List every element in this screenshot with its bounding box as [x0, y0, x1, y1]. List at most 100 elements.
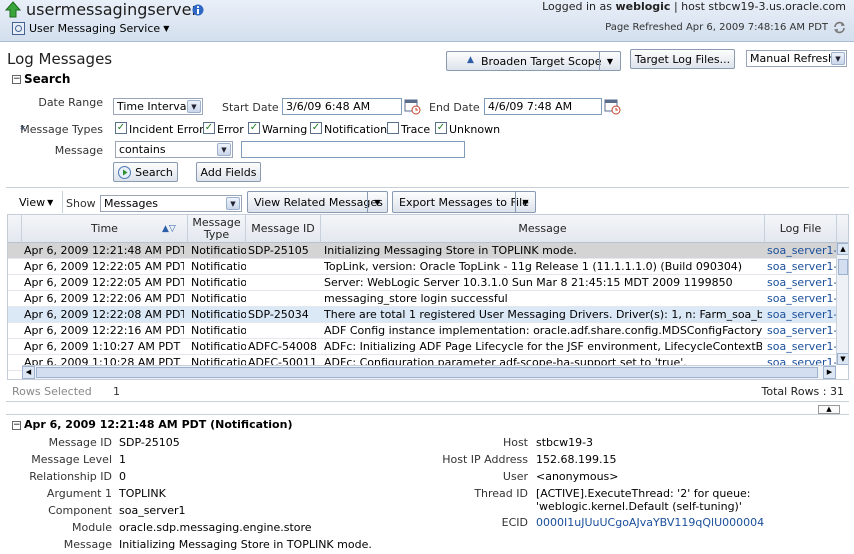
- chevron-down-icon: ▼: [515, 192, 535, 212]
- cell-time: Apr 6, 2009 12:22:16 AM PDT: [24, 324, 184, 337]
- table-row[interactable]: Apr 6, 2009 12:21:48 AM PDT NotificationS…: [8, 243, 836, 259]
- ecid-label: ECID: [501, 516, 528, 529]
- vertical-scrollbar[interactable]: ▲ ▼: [836, 243, 848, 365]
- collapse-search-icon[interactable]: −: [12, 75, 21, 84]
- start-date-input[interactable]: 3/6/09 6:48 AM: [282, 98, 402, 115]
- chevron-down-icon: ▼: [599, 52, 620, 70]
- message-types-label: Message Types: [20, 123, 103, 136]
- end-date-label: End Date: [429, 101, 480, 114]
- checkbox-label: Error: [217, 123, 244, 136]
- service-menu-label: User Messaging Service: [29, 22, 161, 35]
- cell-log-file[interactable]: soa_server1-diagnostic.log: [767, 292, 836, 305]
- search-section-title: Search: [24, 72, 71, 86]
- cell-time: Apr 6, 2009 12:22:06 AM PDT: [24, 292, 184, 305]
- sort-icon[interactable]: ▲▽: [162, 223, 176, 235]
- scroll-thumb[interactable]: [838, 259, 848, 275]
- cell-message-id: ADFC-54008: [248, 340, 317, 353]
- cell-log-file[interactable]: soa_server1-diagnostic.log: [767, 244, 836, 257]
- scroll-header: [837, 215, 848, 243]
- show-select[interactable]: Messages ▼: [100, 195, 242, 212]
- cell-message-type: Notification: [191, 260, 246, 273]
- toolbar-separator: [62, 191, 63, 213]
- table-row[interactable]: Apr 6, 2009 1:10:27 AM PDTNotificationAD…: [8, 339, 836, 355]
- top-header: usermessagingserver User Messaging Servi…: [0, 0, 854, 42]
- service-menu[interactable]: User Messaging Service ▼: [12, 21, 169, 36]
- checkbox-label: Incident Error: [129, 123, 204, 136]
- detail-value: SDP-25105: [119, 436, 180, 449]
- table-row[interactable]: Apr 6, 2009 12:22:06 AM PDT Notification m…: [8, 291, 836, 307]
- show-label: Show: [66, 197, 96, 210]
- calendar-icon[interactable]: [604, 98, 621, 115]
- cell-log-file[interactable]: soa_server1-diagnostic.log: [767, 276, 836, 289]
- column-header-message[interactable]: Message: [321, 215, 765, 243]
- chevron-down-icon: ▼: [367, 192, 387, 212]
- detail-label: Component: [48, 504, 112, 517]
- login-info: Logged in as weblogic | host stbcw19-3.u…: [542, 0, 846, 13]
- checkbox-notification[interactable]: ✓: [310, 122, 322, 134]
- message-text-input[interactable]: [241, 141, 465, 158]
- cell-log-file[interactable]: soa_server1-diagnostic.log: [767, 308, 836, 321]
- add-fields-button[interactable]: Add Fields: [196, 162, 261, 182]
- thread-id-value-cont: 'weblogic.kernel.Default (self-tuning)': [536, 500, 742, 513]
- cell-message: messaging_store login successful: [324, 292, 508, 305]
- date-range-select[interactable]: Time Interval ▼: [113, 98, 203, 115]
- cell-message-type: Notification: [191, 324, 246, 337]
- refresh-mode-select[interactable]: Manual Refresh ▼: [746, 50, 847, 67]
- scroll-down-icon[interactable]: ▼: [837, 353, 848, 365]
- table-row[interactable]: Apr 6, 2009 12:22:05 AM PDT Notification T…: [8, 259, 836, 275]
- chevron-down-icon: ▼: [47, 198, 54, 207]
- collapse-details-icon[interactable]: −: [12, 421, 21, 430]
- scroll-up-icon[interactable]: ▲: [837, 243, 848, 255]
- host-ip-value: 152.68.199.15: [536, 453, 617, 466]
- splitter-collapse-icon[interactable]: ▲: [818, 405, 840, 414]
- splitter[interactable]: [6, 414, 849, 415]
- server-name: usermessagingserver: [26, 0, 199, 19]
- detail-label: Message ID: [48, 436, 112, 449]
- checkbox-unknown[interactable]: ✓: [435, 122, 447, 134]
- detail-label: Message: [63, 538, 112, 551]
- cell-log-file[interactable]: soa_server1-diagnostic.log: [767, 260, 836, 273]
- start-date-label: Start Date: [222, 101, 279, 114]
- user-label: User: [502, 470, 528, 483]
- detail-value: oracle.sdp.messaging.engine.store: [119, 521, 312, 534]
- ecid-link[interactable]: 0000I1uJUuUCgoAJvaYBV119qQlU000004: [536, 516, 764, 529]
- checkbox-error[interactable]: ✓: [203, 122, 215, 134]
- chevron-down-icon: ▼: [163, 24, 170, 33]
- cell-time: Apr 6, 2009 12:22:05 AM PDT: [24, 276, 184, 289]
- broaden-scope-button[interactable]: ▲ Broaden Target Scope ▼: [446, 51, 621, 71]
- refresh-icon[interactable]: [833, 21, 846, 34]
- thread-id-value: [ACTIVE].ExecuteThread: '2' for queue:: [536, 487, 751, 500]
- table-row[interactable]: Apr 6, 2009 12:22:08 AM PDT NotificationS…: [8, 307, 836, 323]
- cell-log-file[interactable]: soa_server1-diagnostic.log: [767, 340, 836, 353]
- column-header-log-file[interactable]: Log File: [765, 215, 837, 243]
- end-date-input[interactable]: 4/6/09 7:48 AM: [484, 98, 602, 115]
- view-menu[interactable]: View ▼: [19, 196, 53, 209]
- cell-message: Initializing Messaging Store in TOPLINK …: [324, 244, 577, 257]
- column-header-time[interactable]: Time ▲▽: [22, 215, 188, 243]
- cell-message-type: Notification: [191, 244, 246, 257]
- cell-log-file[interactable]: soa_server1-diagnostic.log: [767, 324, 836, 337]
- checkbox-incident-error[interactable]: ✓: [115, 122, 127, 134]
- target-log-files-button[interactable]: Target Log Files...: [630, 49, 735, 69]
- calendar-icon[interactable]: [404, 98, 421, 115]
- scroll-left-icon[interactable]: ◀: [22, 366, 35, 379]
- checkbox-warning[interactable]: ✓: [248, 122, 260, 134]
- message-operator-select[interactable]: contains ▼: [115, 141, 233, 158]
- table-status-bar: [6, 380, 849, 402]
- user-value: <anonymous>: [536, 470, 619, 483]
- column-header-message-id[interactable]: Message ID: [246, 215, 321, 243]
- cell-message-id: SDP-25105: [248, 244, 309, 257]
- search-button[interactable]: Search: [113, 162, 178, 182]
- column-header-message-type[interactable]: Message Type: [188, 215, 246, 243]
- view-related-button[interactable]: View Related Messages ▼: [247, 191, 388, 213]
- checkbox-trace[interactable]: [387, 122, 399, 134]
- table-row[interactable]: Apr 6, 2009 12:22:05 AM PDT Notification S…: [8, 275, 836, 291]
- export-messages-button[interactable]: Export Messages to File ▼: [392, 191, 536, 213]
- info-icon[interactable]: [192, 4, 204, 16]
- horizontal-scrollbar[interactable]: ◀ ▶: [22, 365, 836, 379]
- hscroll-thumb[interactable]: [36, 367, 818, 378]
- scroll-right-icon[interactable]: ▶: [823, 366, 836, 379]
- table-row[interactable]: Apr 6, 2009 12:22:16 AM PDT Notification A…: [8, 323, 836, 339]
- detail-value: soa_server1: [119, 504, 186, 517]
- cell-message: ADFc: Initializing ADF Page Lifecycle fo…: [324, 340, 762, 353]
